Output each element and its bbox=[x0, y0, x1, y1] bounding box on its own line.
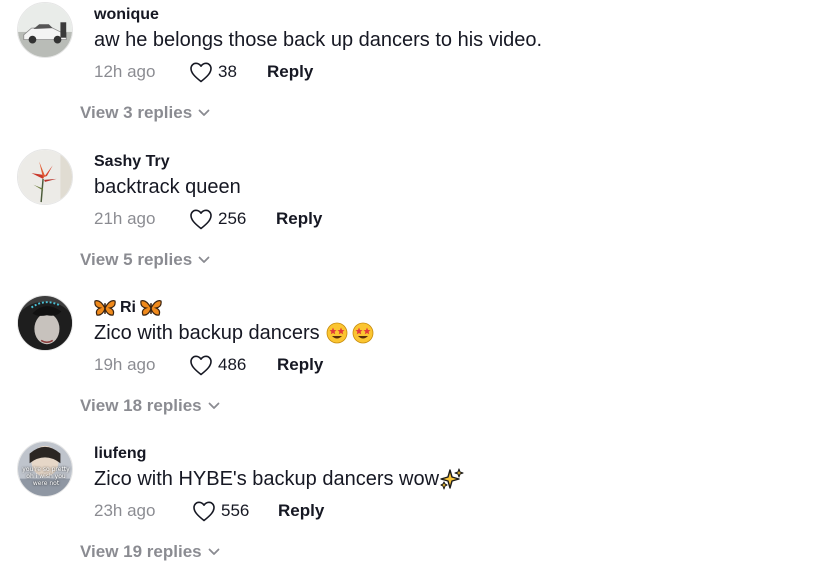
heart-outline-icon[interactable] bbox=[189, 354, 213, 376]
sparkles-emoji-icon bbox=[440, 468, 464, 490]
comment-text: Zico with backup dancers bbox=[94, 321, 374, 345]
comment-item: Sashy Try backtrack queen 21h ago 256 Re… bbox=[0, 147, 824, 293]
heart-outline-icon[interactable] bbox=[189, 61, 213, 83]
comment-username[interactable]: liufeng bbox=[94, 445, 146, 463]
comment-username[interactable]: wonique bbox=[94, 6, 159, 24]
comment-text: Zico with HYBE's backup dancers wow bbox=[94, 467, 464, 491]
comment-meta: 23h ago 556 Reply bbox=[94, 500, 324, 522]
comment-text: aw he belongs those back up dancers to h… bbox=[94, 29, 543, 51]
view-replies-button[interactable]: View 3 replies bbox=[80, 103, 210, 123]
like-button[interactable]: 256 bbox=[189, 208, 276, 230]
comment-time: 23h ago bbox=[94, 501, 156, 520]
comment-time: 12h ago bbox=[94, 62, 156, 81]
chevron-down-icon[interactable] bbox=[208, 402, 220, 410]
username-text[interactable]: liufeng bbox=[94, 445, 146, 463]
chevron-down-icon[interactable] bbox=[198, 109, 210, 117]
view-replies-label[interactable]: View 18 replies bbox=[80, 396, 202, 416]
heart-outline-icon[interactable] bbox=[189, 208, 213, 230]
comment-text: backtrack queen bbox=[94, 176, 241, 198]
avatar-car-image bbox=[18, 3, 72, 57]
comment-item: wonique aw he belongs those back up danc… bbox=[0, 0, 824, 146]
reply-button[interactable]: Reply bbox=[267, 62, 313, 82]
comment-time: 19h ago bbox=[94, 355, 156, 374]
like-button[interactable]: 556 bbox=[192, 500, 278, 522]
view-replies-button[interactable]: View 19 replies bbox=[80, 542, 220, 562]
comment-meta: 19h ago 486 Reply bbox=[94, 354, 323, 376]
comment-text-content: Zico with backup dancers bbox=[94, 322, 320, 344]
comment-meta: 12h ago 38 Reply bbox=[94, 61, 313, 83]
comment-username[interactable]: Ri bbox=[94, 299, 162, 317]
butterfly-icon bbox=[94, 299, 116, 317]
comment-meta: 21h ago 256 Reply bbox=[94, 208, 322, 230]
butterfly-icon bbox=[140, 299, 162, 317]
comment-username[interactable]: Sashy Try bbox=[94, 153, 170, 171]
comment-time: 21h ago bbox=[94, 209, 156, 228]
like-count: 486 bbox=[218, 355, 247, 374]
avatar[interactable]: you're so pretty oh i wish you were not bbox=[17, 441, 73, 497]
reply-button[interactable]: Reply bbox=[276, 209, 322, 229]
avatar-portrait-image bbox=[18, 296, 72, 350]
like-button[interactable]: 38 bbox=[189, 61, 267, 83]
like-count: 556 bbox=[221, 501, 250, 520]
avatar[interactable] bbox=[17, 295, 73, 351]
reply-button[interactable]: Reply bbox=[277, 355, 323, 375]
comment-item: you're so pretty oh i wish you were not … bbox=[0, 439, 824, 585]
like-count: 256 bbox=[218, 209, 247, 228]
view-replies-button[interactable]: View 18 replies bbox=[80, 396, 220, 416]
chevron-down-icon[interactable] bbox=[198, 256, 210, 264]
heart-outline-icon[interactable] bbox=[192, 500, 216, 522]
view-replies-label[interactable]: View 3 replies bbox=[80, 103, 192, 123]
view-replies-label[interactable]: View 19 replies bbox=[80, 542, 202, 562]
comment-text-content: Zico with HYBE's backup dancers wow bbox=[94, 468, 440, 490]
star-struck-emoji-icon bbox=[352, 322, 374, 344]
username-text[interactable]: Sashy Try bbox=[94, 153, 170, 171]
view-replies-button[interactable]: View 5 replies bbox=[80, 250, 210, 270]
view-replies-label[interactable]: View 5 replies bbox=[80, 250, 192, 270]
reply-button[interactable]: Reply bbox=[278, 501, 324, 521]
avatar-caption: you're so pretty oh i wish you were not bbox=[22, 466, 70, 487]
avatar-flower-image bbox=[18, 150, 72, 204]
comment-item: Ri Zico with backup dancers 19h ago 486 … bbox=[0, 293, 824, 439]
chevron-down-icon[interactable] bbox=[208, 548, 220, 556]
star-struck-emoji-icon bbox=[326, 322, 348, 344]
avatar[interactable] bbox=[17, 149, 73, 205]
like-count: 38 bbox=[218, 62, 237, 81]
username-text[interactable]: Ri bbox=[120, 299, 136, 317]
like-button[interactable]: 486 bbox=[189, 354, 277, 376]
username-text[interactable]: wonique bbox=[94, 6, 159, 24]
avatar[interactable] bbox=[17, 2, 73, 58]
